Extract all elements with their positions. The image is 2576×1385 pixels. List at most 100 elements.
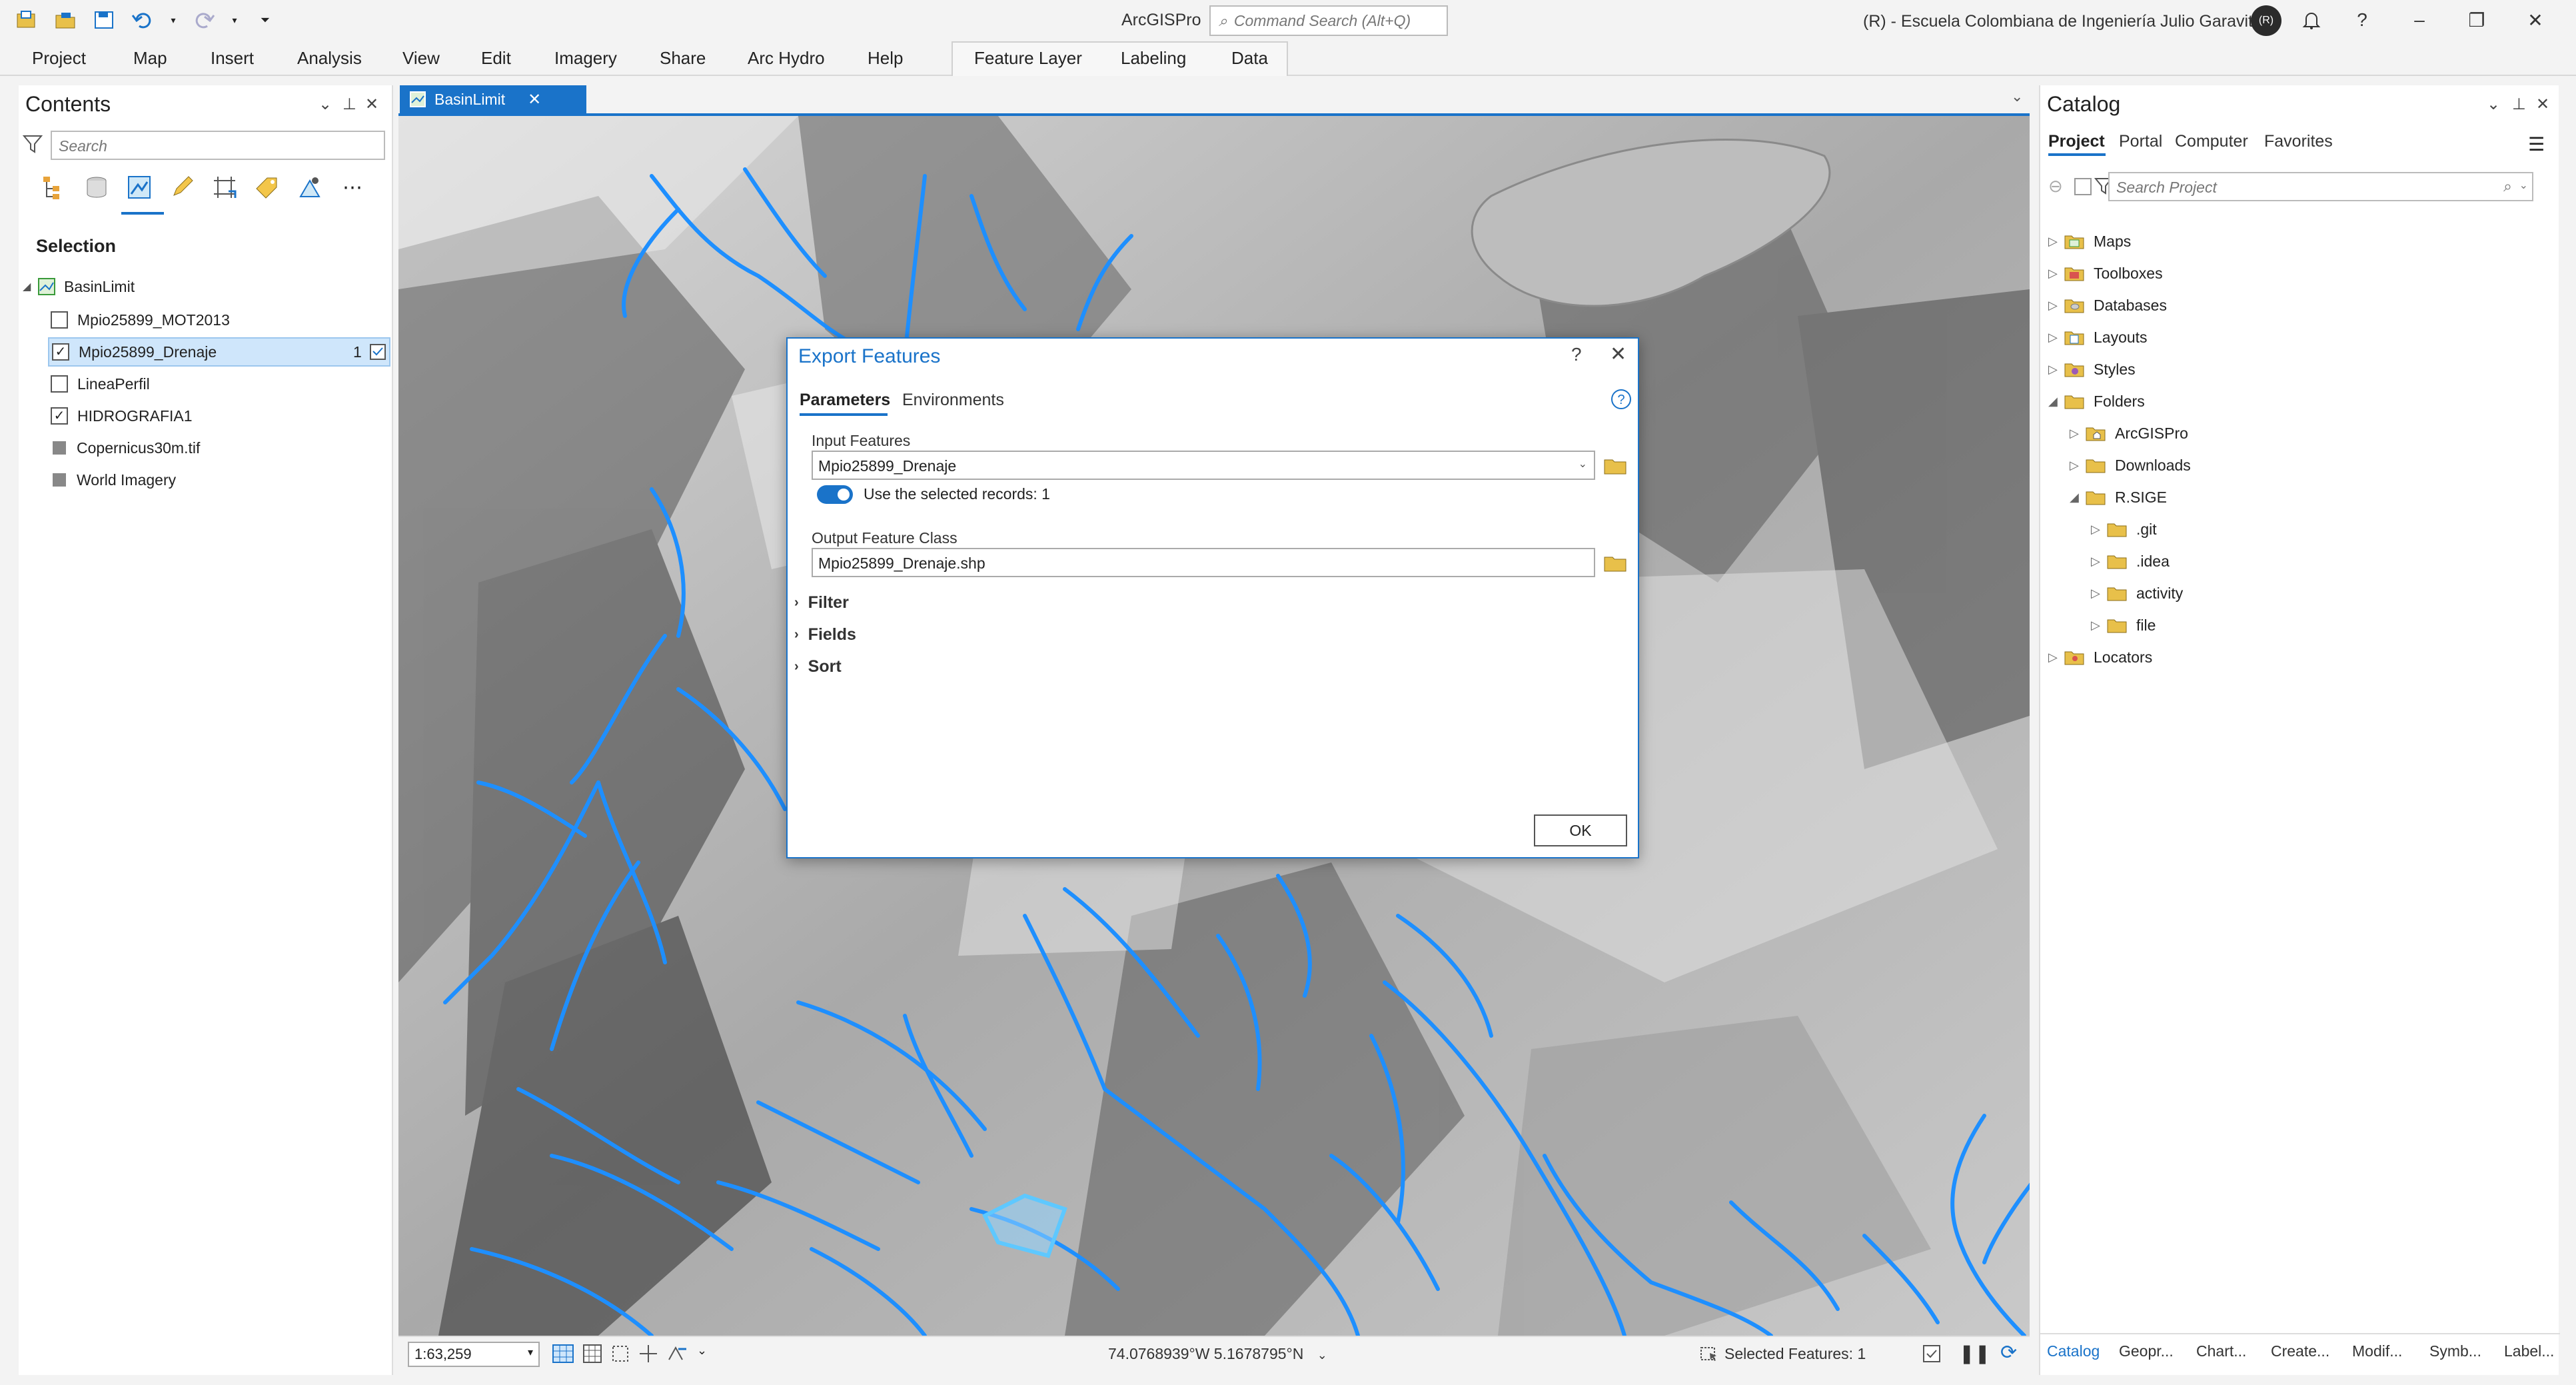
catalog-item-databases[interactable]: ▷ Databases [2048,291,2167,320]
tab-catalog[interactable]: Catalog [2047,1342,2100,1360]
use-selected-records-toggle[interactable] [817,485,853,504]
list-by-drawing-order-icon[interactable] [39,172,69,203]
pin-icon[interactable]: ⊥ [2512,95,2526,114]
list-by-data-source-icon[interactable] [81,172,112,203]
tab-insert[interactable]: Insert [211,48,254,69]
tab-parameters[interactable]: Parameters [800,391,890,410]
tab-labeling[interactable]: Labeling [1121,48,1186,69]
tab-feature-layer[interactable]: Feature Layer [974,48,1082,69]
avatar[interactable]: (R) [2251,5,2281,36]
list-by-labeling-icon[interactable] [252,172,283,203]
catalog-item-rsige[interactable]: ◢ R.SIGE [2070,483,2167,512]
catalog-item-git[interactable]: ▷ .git [2091,515,2157,544]
command-search-input[interactable]: ⌕ Command Search (Alt+Q) [1209,5,1448,36]
more-options-icon[interactable]: ⋯ [337,172,368,203]
close-window-icon[interactable]: ✕ [2519,7,2552,33]
layer-visibility-checkbox[interactable]: ✓ [52,343,69,361]
expand-triangle-icon[interactable]: ▷ [2048,267,2064,281]
search-icon[interactable]: ⌕ [2503,177,2512,195]
expand-triangle-icon[interactable]: ▷ [2048,299,2064,313]
selection-tool-icon[interactable] [1699,1344,1719,1364]
pin-icon[interactable]: ⊥ [342,95,356,114]
catalog-item-locators[interactable]: ▷ Locators [2048,643,2152,672]
close-icon[interactable]: ✕ [2536,95,2549,114]
chevron-down-icon[interactable]: ⌄ [2011,88,2023,105]
catalog-item-layouts[interactable]: ▷ Layouts [2048,323,2148,352]
catalog-item-activity[interactable]: ▷ activity [2091,579,2183,608]
tab-environments[interactable]: Environments [902,391,1004,410]
catalog-item-maps[interactable]: ▷ Maps [2048,227,2131,256]
chevron-down-icon[interactable]: ⌄ [1317,1348,1327,1362]
refresh-catalog-icon[interactable] [2074,177,2092,196]
tab-create-features[interactable]: Create... [2271,1342,2329,1360]
tab-modify-features[interactable]: Modif... [2352,1342,2402,1360]
catalog-item-arcgispro[interactable]: ▷ ArcGISPro [2070,419,2188,448]
tab-share[interactable]: Share [660,48,706,69]
expand-triangle-icon[interactable]: ▷ [2048,363,2064,377]
tab-symbology[interactable]: Symb... [2429,1342,2481,1360]
layer-row[interactable]: Mpio25899_MOT2013 [51,305,384,335]
collapse-triangle-icon[interactable]: ◢ [2048,395,2064,409]
layer-visibility-checkbox[interactable] [51,375,68,393]
refresh-icon[interactable]: ⟳ [2000,1341,2017,1364]
back-icon[interactable]: ⊖ [2048,176,2063,197]
redo-icon[interactable] [191,7,217,33]
tab-data[interactable]: Data [1231,48,1268,69]
tab-project[interactable]: Project [32,48,86,69]
tab-basinlimit[interactable]: BasinLimit ✕ [400,85,586,113]
redo-dropdown-icon[interactable]: ▾ [229,7,240,33]
chevron-down-icon[interactable]: ▾ [528,1346,533,1359]
expand-triangle-icon[interactable]: ▷ [2048,331,2064,345]
catalog-item-folders[interactable]: ◢ Folders [2048,387,2145,416]
filter-section[interactable]: › Filter [794,593,849,613]
list-by-editing-icon[interactable] [167,172,197,203]
expand-triangle-icon[interactable]: ▷ [2070,459,2086,473]
bell-icon[interactable] [2295,7,2328,33]
catalog-item-file[interactable]: ▷ file [2091,611,2156,640]
restore-icon[interactable]: ❐ [2460,7,2493,33]
undo-dropdown-icon[interactable]: ▾ [168,7,179,33]
correction-icon[interactable] [666,1344,689,1364]
tab-analysis[interactable]: Analysis [297,48,362,69]
expand-triangle-icon[interactable]: ▷ [2091,555,2107,569]
chevron-down-icon[interactable]: ⌄ [2487,95,2500,114]
table-view-icon[interactable] [1922,1344,1942,1364]
catalog-search-input[interactable]: Search Project ⌕ ⌄ [2108,172,2533,201]
tab-portal[interactable]: Portal [2119,132,2162,151]
tab-favorites[interactable]: Favorites [2264,132,2333,151]
grid-navigator-icon[interactable] [552,1344,574,1364]
table-grid-icon[interactable] [582,1344,602,1364]
show-selected-table-icon[interactable] [369,343,386,361]
tab-map[interactable]: Map [133,48,167,69]
expand-triangle-icon[interactable]: ▷ [2091,619,2107,633]
filter-icon[interactable] [21,132,44,156]
ok-button[interactable]: OK [1534,814,1627,846]
tool-help-icon[interactable]: ? [1610,388,1632,411]
layer-row-selected[interactable]: ✓ Mpio25899_Drenaje 1 [48,337,390,367]
tab-imagery[interactable]: Imagery [554,48,617,69]
expand-triangle-icon[interactable]: ▷ [2091,587,2107,601]
minimize-icon[interactable]: – [2403,7,2436,33]
layer-row[interactable]: Copernicus30m.tif [51,433,200,463]
collapse-triangle-icon[interactable]: ◢ [23,280,37,293]
hamburger-menu-icon[interactable]: ☰ [2528,133,2545,155]
output-feature-class-input[interactable]: Mpio25899_Drenaje.shp [812,548,1595,577]
list-by-perspective-imagery-icon[interactable] [295,172,325,203]
map-node[interactable]: ◢ BasinLimit [23,272,135,301]
input-features-dropdown[interactable]: Mpio25899_Drenaje ⌄ [812,451,1595,480]
catalog-item-styles[interactable]: ▷ Styles [2048,355,2136,384]
tab-chart[interactable]: Chart... [2196,1342,2246,1360]
tab-edit[interactable]: Edit [481,48,511,69]
layer-row[interactable]: LineaPerfil [51,369,150,399]
collapse-triangle-icon[interactable]: ◢ [2070,491,2086,505]
tab-labeling-pane[interactable]: Label... [2504,1342,2554,1360]
fields-section[interactable]: › Fields [794,625,856,645]
layer-row[interactable]: World Imagery [51,465,176,495]
tab-arc-hydro[interactable]: Arc Hydro [748,48,825,69]
layer-row[interactable]: ✓ HIDROGRAFIA1 [51,401,193,431]
new-project-icon[interactable] [13,7,40,33]
tab-view[interactable]: View [402,48,440,69]
layer-visibility-checkbox[interactable]: ✓ [51,407,68,425]
close-icon[interactable]: ✕ [1610,343,1626,366]
snapping-grid-icon[interactable] [610,1344,630,1364]
